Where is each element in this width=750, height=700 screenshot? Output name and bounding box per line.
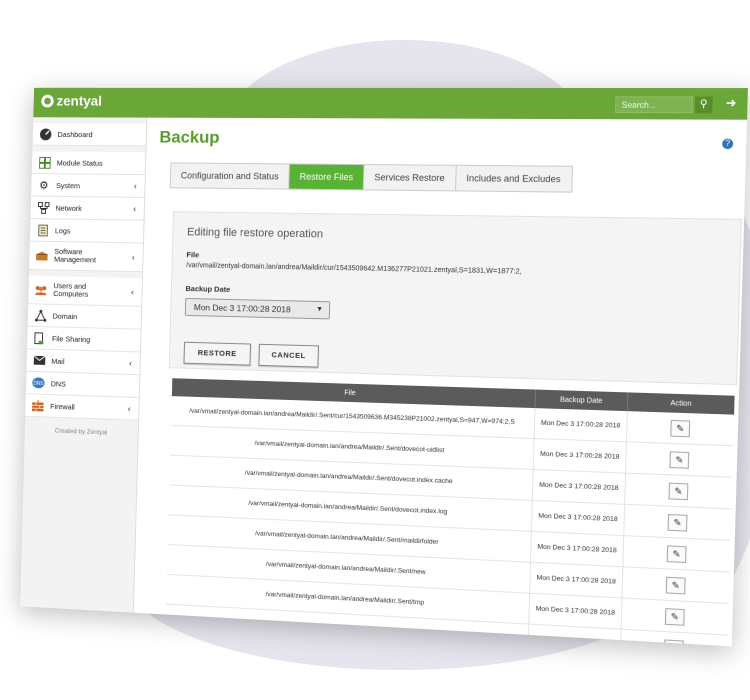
chevron-left-icon: ‹: [128, 358, 133, 369]
date-cell: Mon Dec 3 17:00:28 2018: [533, 438, 627, 474]
sidebar-item-dashboard[interactable]: Dashboard: [32, 123, 147, 147]
dropdown-caret-icon: ▼: [315, 305, 324, 314]
backup-date-selected: Mon Dec 3 17:00:28 2018: [193, 302, 291, 315]
chevron-left-icon: ‹: [130, 286, 135, 297]
sidebar-item-label: Mail: [51, 356, 65, 366]
sidebar-item-label: Dashboard: [57, 129, 93, 139]
restore-button[interactable]: RESTORE: [183, 341, 252, 366]
help-icon[interactable]: ?: [722, 138, 734, 150]
sidebar-item-domain[interactable]: Domain: [27, 304, 142, 330]
edit-icon[interactable]: ✎: [667, 513, 688, 532]
firewall-icon: [31, 398, 45, 412]
tab-includes-and-excludes[interactable]: Includes and Excludes: [456, 166, 572, 192]
created-by-footer: Created by Zentyal: [54, 427, 108, 437]
sidebar-item-users-and-computers[interactable]: Users and Computers ‹: [28, 275, 143, 307]
top-bar: zentyal Search... ⚲ ➜: [33, 87, 748, 120]
date-cell: Mon Dec 3 17:00:28 2018: [528, 593, 622, 630]
sidebar-item-network[interactable]: Network ‹: [30, 196, 145, 221]
restore-files-table: File Backup Date Action /var/vmail/zenty…: [165, 378, 735, 647]
sidebar-item-firewall[interactable]: Firewall ‹: [25, 394, 139, 421]
file-label: File: [186, 250, 200, 260]
file-sharing-icon: [33, 331, 47, 345]
sidebar-item-label: Logs: [54, 225, 71, 235]
cancel-button[interactable]: CANCEL: [258, 343, 319, 368]
date-cell: Mon Dec 3 17:00:28 2018: [529, 562, 623, 598]
tab-services-restore[interactable]: Services Restore: [363, 165, 457, 191]
sidebar-item-label: Network: [55, 203, 82, 213]
tab-restore-files[interactable]: Restore Files: [289, 164, 365, 190]
sidebar-item-label: DNS: [50, 378, 67, 389]
edit-icon[interactable]: ✎: [666, 544, 687, 563]
edit-icon[interactable]: ✎: [663, 638, 684, 647]
page-title: Backup: [159, 127, 220, 147]
logout-icon[interactable]: ➜: [725, 95, 736, 110]
zentyal-logo[interactable]: zentyal: [41, 93, 102, 109]
sidebar-item-label: Domain: [52, 311, 78, 321]
dns-icon: DNS: [32, 376, 46, 390]
chevron-left-icon: ‹: [133, 203, 137, 214]
edit-icon[interactable]: ✎: [669, 450, 690, 469]
sidebar-item-file-sharing[interactable]: File Sharing: [27, 326, 141, 353]
sidebar: Dashboard Module Status ⚙ System ‹ Netwo…: [20, 117, 148, 613]
backup-date-select[interactable]: Mon Dec 3 17:00:28 2018 ▼: [184, 297, 331, 320]
sidebar-item-label: File Sharing: [51, 333, 91, 344]
sidebar-item-label: System: [56, 180, 81, 190]
dashboard-icon: [38, 127, 52, 141]
gear-icon: ⚙: [38, 179, 49, 192]
logs-icon: [36, 223, 50, 237]
mail-icon: [32, 353, 46, 367]
module-status-icon: [38, 155, 52, 169]
edit-icon[interactable]: ✎: [665, 576, 686, 594]
sidebar-item-module-status[interactable]: Module Status: [31, 151, 146, 176]
package-icon: [35, 249, 49, 263]
form-title: Editing file restore operation: [186, 226, 324, 241]
app-window: zentyal Search... ⚲ ➜ Dashboard Module S…: [20, 87, 748, 647]
chevron-left-icon: ‹: [127, 403, 131, 414]
sidebar-item-system[interactable]: ⚙ System ‹: [31, 174, 145, 198]
tab-bar: Configuration and Status Restore Files S…: [169, 162, 573, 193]
users-icon: [34, 283, 48, 297]
sidebar-item-logs[interactable]: Logs: [29, 219, 144, 244]
logo-text: zentyal: [56, 92, 103, 109]
tab-configuration-and-status[interactable]: Configuration and Status: [170, 163, 290, 189]
backup-date-label: Backup Date: [185, 284, 231, 294]
zentyal-logo-icon: [41, 94, 54, 107]
date-cell: Mon Dec 3 17:00:28 2018: [530, 531, 624, 567]
date-cell: Mon Dec 3 17:00:28 2018: [531, 500, 625, 536]
date-cell: Mon Dec 3 17:00:28 2018: [534, 408, 628, 442]
edit-icon[interactable]: ✎: [670, 419, 691, 437]
sidebar-item-label: Module Status: [56, 158, 103, 168]
main-content: Backup ? Configuration and Status Restor…: [134, 117, 748, 647]
search-icon[interactable]: ⚲: [694, 96, 713, 114]
svg-text:DNS: DNS: [33, 381, 44, 387]
edit-icon[interactable]: ✎: [664, 607, 685, 626]
file-path-value: /var/vmail/zentyal-domain.lan/andrea/Mai…: [186, 262, 522, 276]
edit-icon[interactable]: ✎: [668, 482, 689, 500]
domain-icon: [33, 308, 47, 322]
chevron-left-icon: ‹: [133, 180, 137, 191]
search-input[interactable]: Search...: [615, 96, 694, 114]
restore-form-panel: Editing file restore operation File /var…: [168, 211, 742, 386]
chevron-left-icon: ‹: [131, 252, 135, 263]
date-cell: Mon Dec 3 17:00:28 2018: [532, 469, 626, 505]
sidebar-item-label: Users and Computers: [53, 281, 89, 299]
sidebar-item-label: Software Management: [54, 246, 97, 265]
sidebar-item-label: Firewall: [50, 401, 75, 412]
network-icon: [36, 201, 50, 215]
sidebar-item-software-management[interactable]: Software Management ‹: [29, 241, 143, 273]
